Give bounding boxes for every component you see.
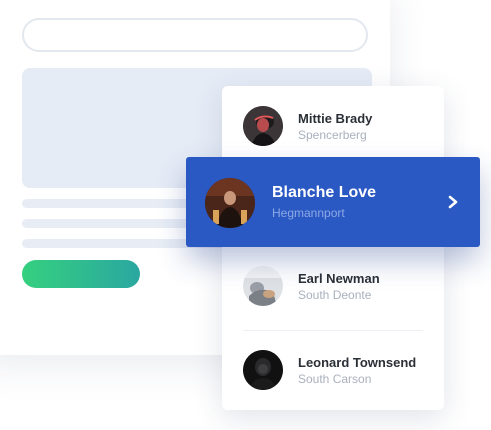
contact-name: Blanche Love [272, 184, 377, 201]
contact-city: South Carson [298, 372, 372, 386]
list-item-selected[interactable]: Blanche Love Hegmannport [186, 157, 480, 247]
avatar [243, 350, 283, 390]
contact-name: Mittie Brady [298, 111, 373, 126]
list-item[interactable]: Leonard Townsend South Carson [222, 330, 444, 410]
search-input[interactable] [22, 18, 368, 52]
portrait-photo-icon [243, 106, 283, 146]
avatar [243, 266, 283, 306]
contact-city: Hegmannport [272, 206, 345, 220]
list-item[interactable]: Mittie Brady Spencerberg [222, 86, 444, 166]
avatar [205, 178, 255, 228]
avatar [243, 106, 283, 146]
app-canvas: Mittie Brady Spencerberg Earl Newman Sou… [0, 0, 491, 430]
portrait-photo-icon [243, 350, 283, 390]
portrait-photo-icon [243, 266, 283, 306]
cta-button[interactable] [22, 260, 140, 288]
contact-city: South Deonte [298, 288, 372, 302]
list-divider [243, 330, 423, 331]
portrait-photo-icon [205, 178, 255, 228]
contact-name: Earl Newman [298, 271, 380, 286]
list-item[interactable]: Earl Newman South Deonte [222, 246, 444, 326]
contact-list: Mittie Brady Spencerberg Earl Newman Sou… [222, 86, 444, 410]
contact-name: Leonard Townsend [298, 355, 417, 370]
chevron-right-icon[interactable] [446, 193, 460, 211]
contact-city: Spencerberg [298, 128, 367, 142]
